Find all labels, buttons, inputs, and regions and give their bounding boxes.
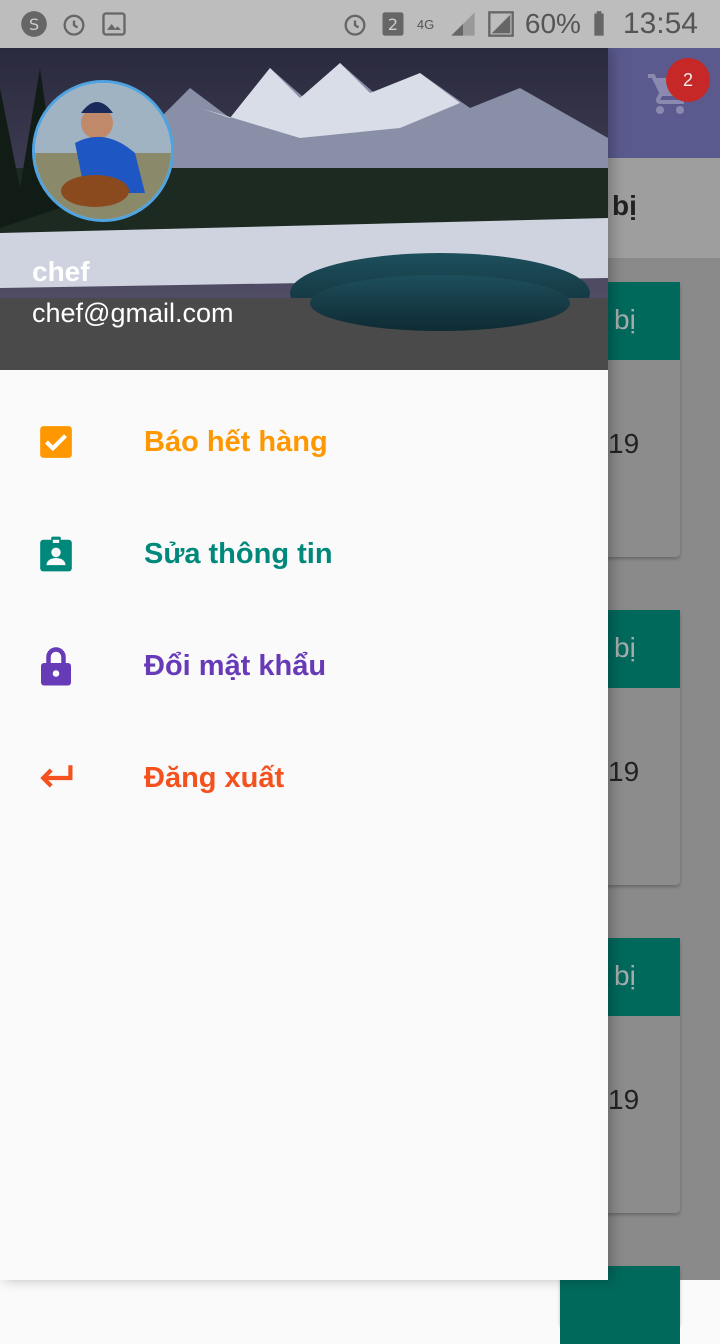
order-card-number: 19	[608, 1084, 640, 1115]
order-card-number: 19	[608, 428, 640, 459]
drawer-header: chef chef@gmail.com	[0, 48, 608, 370]
logout-arrow-icon	[36, 758, 76, 798]
order-card-number: 19	[608, 756, 640, 787]
order-card-header-text: bị	[614, 960, 636, 991]
signal-2-icon	[488, 11, 514, 37]
menu-item-label: Báo hết hàng	[144, 425, 328, 458]
sim-slot-icon: 2	[382, 12, 404, 36]
menu-item-change-password[interactable]: Đổi mật khẩu	[0, 610, 608, 722]
order-card-header-text: bị	[614, 632, 636, 663]
lock-icon	[36, 646, 76, 686]
status-bar: S 2 4G 60% 13:54	[0, 0, 720, 48]
navigation-drawer: chef chef@gmail.com Báo hết hàng Sửa thô…	[0, 48, 608, 1280]
user-photo	[35, 83, 171, 219]
menu-item-label: Sửa thông tin	[144, 537, 333, 570]
clock: 13:54	[622, 7, 698, 40]
alarm-icon	[344, 14, 366, 36]
app-notification-icon: S	[21, 11, 47, 37]
user-name: chef	[32, 256, 90, 287]
signal-icon	[451, 12, 475, 36]
tab-label: bị	[612, 190, 637, 221]
menu-item-edit-info[interactable]: Sửa thông tin	[0, 498, 608, 610]
drawer-menu: Báo hết hàng Sửa thông tin Đổi mật khẩu …	[0, 386, 608, 834]
image-notification-icon	[102, 12, 126, 36]
network-type-indicator: 4G	[416, 16, 435, 32]
alarm-notification-icon	[63, 14, 85, 36]
battery-percentage: 60%	[524, 8, 581, 39]
id-badge-icon	[36, 534, 76, 574]
cart-badge: 2	[666, 58, 710, 102]
order-card-header-text: bị	[614, 304, 636, 335]
avatar[interactable]	[32, 80, 174, 222]
svg-text:2: 2	[388, 15, 398, 34]
menu-item-report-out-of-stock[interactable]: Báo hết hàng	[0, 386, 608, 498]
menu-item-logout[interactable]: Đăng xuất	[0, 722, 608, 834]
user-email: chef@gmail.com	[32, 298, 234, 328]
checkbox-icon	[36, 422, 76, 462]
menu-item-label: Đổi mật khẩu	[144, 649, 327, 682]
battery-icon	[594, 11, 604, 36]
svg-text:S: S	[29, 15, 39, 34]
menu-item-label: Đăng xuất	[144, 761, 285, 794]
